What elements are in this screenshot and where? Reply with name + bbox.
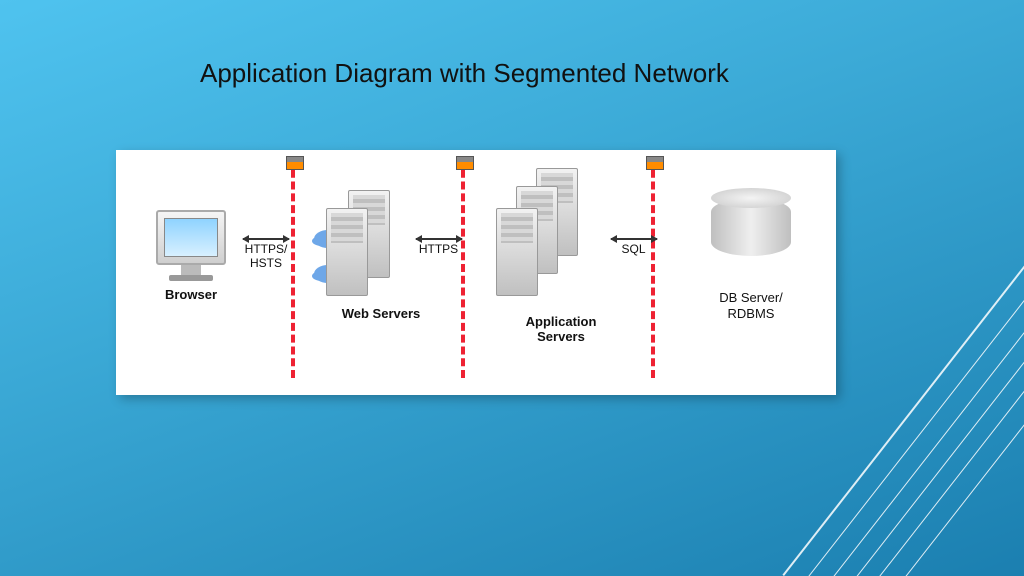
- node-browser: Browser: [146, 210, 236, 302]
- diagram-panel: Browser HTTPS/ HSTS HTTPS SQL Web Server…: [116, 150, 836, 395]
- server-icon: [326, 208, 368, 296]
- server-icon: [496, 208, 538, 296]
- firewall-divider-3: [651, 158, 655, 378]
- label-app: Application Servers: [496, 314, 626, 344]
- monitor-icon: [156, 210, 226, 265]
- link-label: HTTPS/ HSTS: [245, 242, 288, 270]
- database-icon: [711, 198, 791, 256]
- node-db: DB Server/ RDBMS: [686, 198, 816, 323]
- firewall-divider-2: [461, 158, 465, 378]
- firewall-icon: [646, 156, 664, 170]
- label-web: Web Servers: [326, 306, 436, 321]
- label-browser: Browser: [146, 287, 236, 302]
- node-web-servers: Web Servers: [326, 180, 436, 321]
- slide-title: Application Diagram with Segmented Netwo…: [200, 58, 729, 89]
- firewall-icon: [286, 156, 304, 170]
- node-app-servers: Application Servers: [496, 168, 626, 344]
- arrow-icon: [243, 238, 289, 240]
- firewall-icon: [456, 156, 474, 170]
- label-db: DB Server/ RDBMS: [686, 290, 816, 323]
- slide: Application Diagram with Segmented Netwo…: [0, 0, 1024, 576]
- link-browser-web: HTTPS/ HSTS: [236, 238, 296, 270]
